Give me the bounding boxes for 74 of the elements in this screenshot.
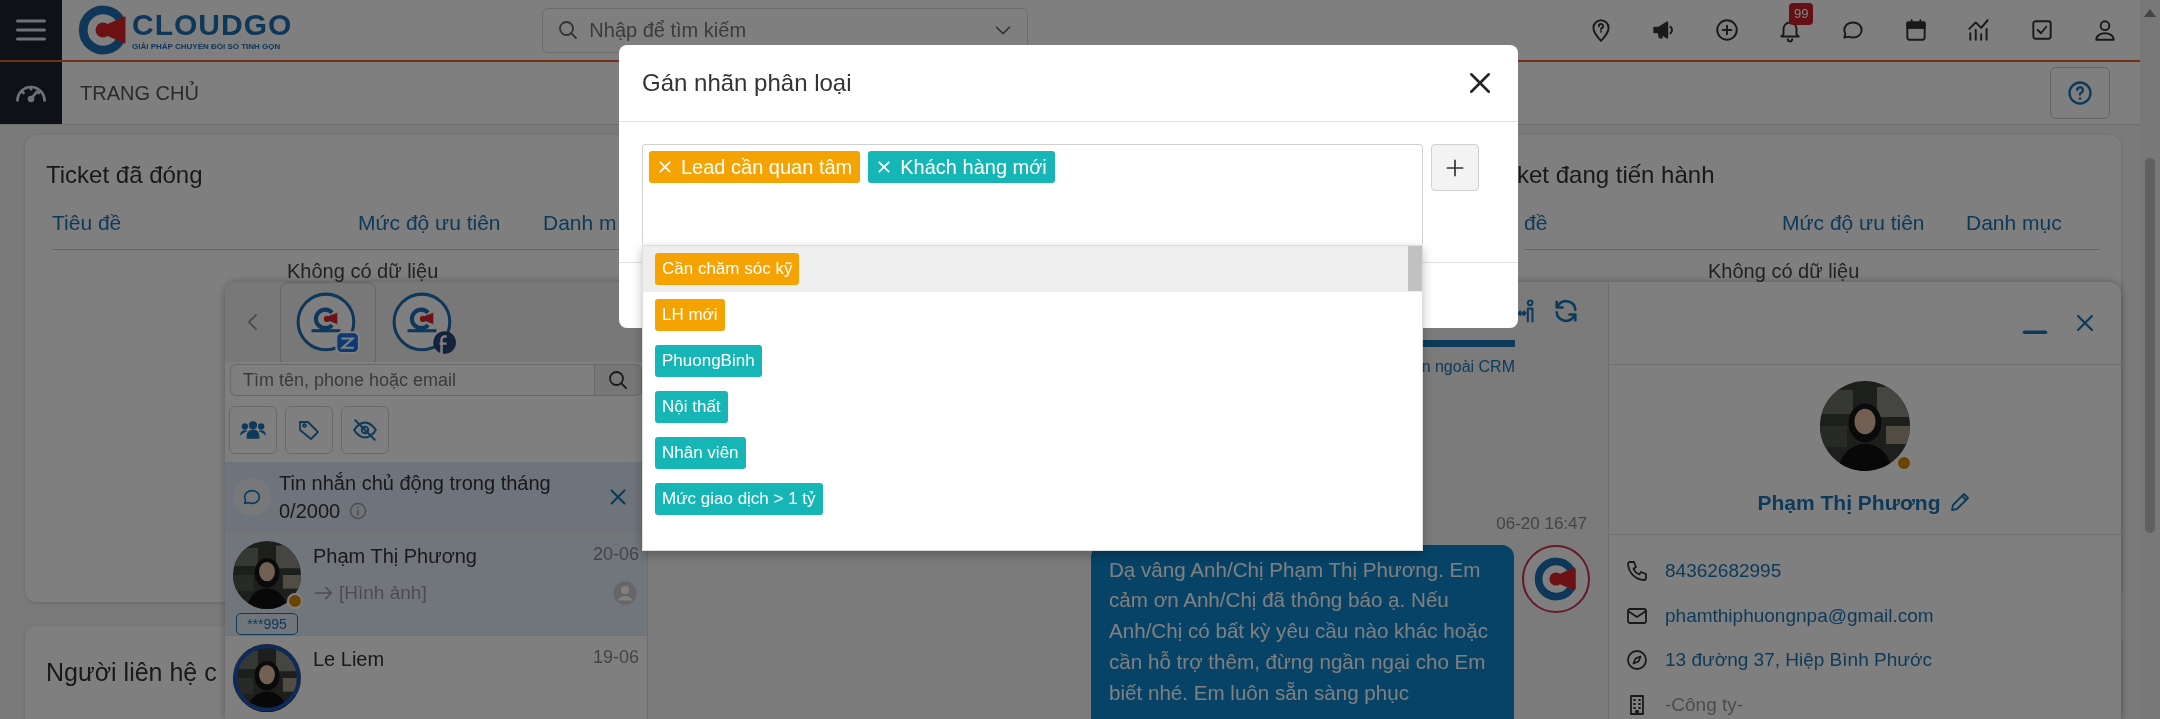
tag-label: PhuongBinh	[655, 345, 762, 377]
calendar-icon[interactable]	[1903, 17, 1929, 43]
account-logo-icon	[391, 290, 457, 355]
message-date: 19-06	[592, 646, 639, 670]
tag-input-field[interactable]: Lead cần quan tâm Khách hàng mới	[642, 144, 1423, 244]
tag-filter-button[interactable]	[285, 406, 333, 455]
contact-name: Phạm Thị Phương	[313, 544, 477, 570]
column-header: Danh mục	[1966, 210, 2063, 236]
message-bubble: Dạ vâng Anh/Chị Phạm Thị Phương. Em cảm ơn Anh/Chị đã thông báo ạ. Nếu Anh/Chị có bất kỳ yêu cầu nào khác hoặc cần hỗ trợ thêm, đừng ngần ngại cho Em biết nhé. Em luôn sẵn sàng phục	[1091, 544, 1514, 719]
empty-text: Không có dữ liệu	[1708, 259, 1860, 282]
card-title: Người liên hệ c	[46, 658, 217, 686]
card-title: Ticket đã đóng	[46, 161, 203, 188]
column-header: đề	[1524, 210, 1549, 236]
user-circle-icon	[611, 579, 639, 608]
dropdown-option[interactable]: LH mới	[643, 292, 1422, 338]
compass-icon	[1625, 648, 1649, 673]
scrollbar-thumb[interactable]	[1408, 246, 1422, 291]
search-button[interactable]	[594, 364, 642, 397]
column-header: Danh m	[543, 210, 618, 236]
selected-tag[interactable]: Khách hàng mới	[868, 151, 1055, 183]
selected-tag[interactable]: Lead cần quan tâm	[649, 151, 861, 183]
dialog-title: Gán nhãn phân loại	[642, 68, 852, 98]
remove-icon[interactable]	[657, 159, 673, 175]
page-title: TRANG CHỦ	[80, 80, 199, 106]
message-date: 20-06	[592, 543, 639, 567]
group-filter-button[interactable]	[229, 406, 277, 455]
dropdown-option[interactable]: Cần chăm sóc kỹ	[643, 246, 1422, 292]
contact-name: Phạm Thị Phương	[1757, 489, 1941, 516]
plus-circle-icon[interactable]	[1714, 17, 1740, 43]
tag-label: Nội thất	[655, 391, 728, 423]
conversation-item[interactable]: Le Liem 19-06	[225, 635, 647, 719]
account-tab[interactable]	[280, 282, 376, 362]
eye-slash-icon	[352, 417, 378, 444]
dropdown-option[interactable]: Nội thất	[643, 384, 1422, 430]
chart-icon[interactable]	[1966, 17, 1992, 43]
tab-label[interactable]: n ngoài CRM	[1421, 355, 1515, 380]
user-icon[interactable]	[2092, 17, 2118, 43]
hidden-filter-button[interactable]	[341, 406, 389, 455]
dropdown-option[interactable]: Mức giao dịch > 1 tỷ	[643, 476, 1422, 522]
status-dot	[287, 593, 303, 610]
checkbox-icon[interactable]	[2029, 17, 2055, 43]
message-quota: 0/2000	[279, 499, 341, 525]
phone-number[interactable]: 84362682995	[1665, 557, 1782, 586]
phone-icon	[1625, 559, 1649, 584]
tag-label: LH mới	[655, 299, 725, 331]
column-header: Tiêu đề	[52, 210, 123, 236]
scrollbar-thumb[interactable]	[2145, 158, 2155, 533]
scroll-up-icon[interactable]	[2143, 8, 2157, 18]
column-header: Mức độ ưu tiên	[358, 210, 502, 236]
help-button[interactable]	[2050, 67, 2110, 119]
account-logo-icon	[295, 290, 361, 355]
logo-name: CLOUDGO	[132, 9, 293, 40]
info-icon	[348, 501, 369, 522]
address-text: 13 đường 37, Hiệp Bình Phước	[1665, 648, 1932, 672]
card-title: ket đang tiến hành	[1517, 161, 1715, 188]
tag-icon	[297, 418, 321, 443]
notification-badge: 99	[1789, 3, 1814, 25]
tag-label: Cần chăm sóc kỹ	[655, 253, 800, 285]
contact-name: Le Liem	[313, 647, 385, 673]
dropdown-option[interactable]: Nhân viên	[643, 430, 1422, 476]
email-link[interactable]: phamthiphuongnpa@gmail.com	[1665, 601, 1934, 630]
logo-tagline: GIẢI PHÁP CHUYỂN ĐỔI SỐ TINH GỌN	[132, 42, 282, 51]
column-header: Mức độ ưu tiên	[1782, 210, 1926, 236]
tag-label: Mức giao dịch > 1 tỷ	[655, 483, 823, 515]
add-tag-button[interactable]	[1431, 144, 1479, 191]
tag-label: Nhân viên	[655, 437, 746, 469]
status-dot	[1896, 454, 1912, 471]
empty-text: Không có dữ liệu	[287, 259, 439, 282]
logo-icon	[78, 5, 128, 55]
help-icon	[2066, 79, 2094, 107]
search-field[interactable]: Tìm tên, phone hoặc email	[230, 364, 594, 397]
dropdown-option[interactable]: PhuongBinh	[643, 338, 1422, 384]
notice-text: Tin nhắn chủ động trong tháng	[279, 471, 551, 497]
refresh-icon[interactable]	[1552, 297, 1580, 325]
